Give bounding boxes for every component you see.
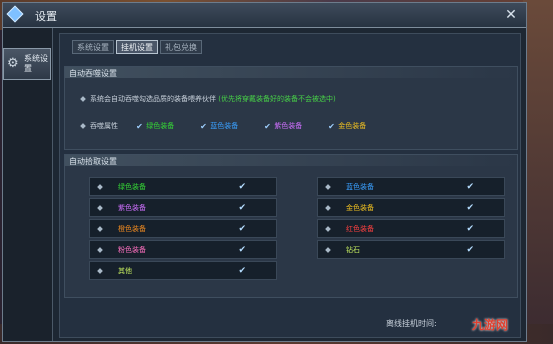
- bullet-icon: [97, 268, 103, 274]
- gem-icon: [6, 5, 24, 23]
- feed-option-blue[interactable]: ✔ 蓝色装备: [199, 121, 238, 131]
- section-title: 自动拾取设置: [69, 157, 117, 166]
- checkbox-checked-icon: ✔: [328, 121, 335, 131]
- sidebar-item-label: 系统设置: [24, 54, 48, 73]
- close-icon: ✕: [505, 7, 517, 23]
- pickup-option-pink[interactable]: 粉色装备 ✔: [89, 240, 277, 259]
- tab-idle-settings[interactable]: 挂机设置: [116, 40, 158, 54]
- feed-option-green[interactable]: ✔ 绿色装备: [135, 121, 174, 131]
- quality-row: 吞噬属性 ✔ 绿色装备 ✔ 蓝色装备 ✔ 紫色装备 ✔ 金色装备: [80, 121, 501, 133]
- pickup-option-red[interactable]: 红色装备 ✔: [317, 219, 505, 238]
- checkbox-checked-icon: ✔: [466, 182, 474, 192]
- section-header: 自动吞噬设置: [65, 67, 517, 78]
- checkbox-checked-icon: ✔: [238, 245, 246, 255]
- close-button[interactable]: ✕: [502, 6, 520, 24]
- window-title: 设置: [35, 10, 57, 23]
- auto-feed-description-row: 系统会自动吞噬勾选品质的装备喂养伙伴 (优先将穿戴装备好的装备不会被选中): [80, 94, 336, 104]
- checkbox-checked-icon: ✔: [200, 121, 207, 131]
- bullet-icon: [80, 96, 86, 102]
- pickup-option-other[interactable]: 其他 ✔: [89, 261, 277, 280]
- feed-option-purple[interactable]: ✔ 紫色装备: [263, 121, 302, 131]
- settings-content: 系统设置 挂机设置 礼包兑换 自动吞噬设置 系统会自动吞噬勾选品质的装备喂养伙伴…: [59, 33, 521, 338]
- tab-gift-redeem[interactable]: 礼包兑换: [160, 40, 202, 54]
- quality-label: 吞噬属性: [90, 122, 118, 130]
- checkbox-checked-icon: ✔: [238, 182, 246, 192]
- bullet-icon: [325, 184, 331, 190]
- sidebar-item-system-settings[interactable]: ⚙ 系统设置: [3, 48, 51, 80]
- checkbox-checked-icon: ✔: [238, 203, 246, 213]
- bullet-icon: [80, 123, 86, 129]
- auto-feed-description: 系统会自动吞噬勾选品质的装备喂养伙伴: [90, 95, 216, 103]
- auto-feed-section: 自动吞噬设置 系统会自动吞噬勾选品质的装备喂养伙伴 (优先将穿戴装备好的装备不会…: [64, 66, 518, 150]
- pickup-option-diamond[interactable]: 钻石 ✔: [317, 240, 505, 259]
- auto-feed-hint: (优先将穿戴装备好的装备不会被选中): [218, 95, 336, 103]
- checkbox-checked-icon: ✔: [238, 224, 246, 234]
- feed-option-gold[interactable]: ✔ 金色装备: [327, 121, 366, 131]
- game-background-right: [523, 0, 553, 344]
- pickup-option-gold[interactable]: 金色装备 ✔: [317, 198, 505, 217]
- sidebar: ⚙ 系统设置: [3, 28, 53, 341]
- checkbox-checked-icon: ✔: [136, 121, 143, 131]
- bullet-icon: [97, 184, 103, 190]
- settings-window: 设置 ✕ ⚙ 系统设置 系统设置 挂机设置 礼包兑换 自动吞噬设置 系统会自动吞…: [2, 2, 527, 342]
- pickup-option-blue[interactable]: 蓝色装备 ✔: [317, 177, 505, 196]
- title-bar: 设置 ✕: [3, 3, 526, 28]
- bullet-icon: [97, 247, 103, 253]
- pickup-option-green[interactable]: 绿色装备 ✔: [89, 177, 277, 196]
- section-title: 自动吞噬设置: [69, 69, 117, 78]
- offline-time-label: 离线挂机时间:: [386, 319, 437, 328]
- checkbox-checked-icon: ✔: [264, 121, 271, 131]
- bullet-icon: [325, 247, 331, 253]
- bullet-icon: [325, 226, 331, 232]
- gear-icon: ⚙: [7, 56, 19, 71]
- checkbox-checked-icon: ✔: [466, 203, 474, 213]
- checkbox-checked-icon: ✔: [466, 245, 474, 255]
- checkbox-checked-icon: ✔: [238, 266, 246, 276]
- tab-system-settings[interactable]: 系统设置: [72, 40, 114, 54]
- bullet-icon: [97, 226, 103, 232]
- pickup-option-purple[interactable]: 紫色装备 ✔: [89, 198, 277, 217]
- section-header: 自动拾取设置: [65, 155, 517, 166]
- checkbox-checked-icon: ✔: [466, 224, 474, 234]
- bullet-icon: [97, 205, 103, 211]
- bullet-icon: [325, 205, 331, 211]
- watermark-logo: 九游网: [472, 318, 509, 332]
- pickup-option-orange[interactable]: 橙色装备 ✔: [89, 219, 277, 238]
- auto-pickup-section: 自动拾取设置 绿色装备 ✔ 紫色装备 ✔ 橙色装备 ✔ 粉色装备 ✔ 其他 ✔ 蓝色装备 ✔…: [64, 154, 518, 298]
